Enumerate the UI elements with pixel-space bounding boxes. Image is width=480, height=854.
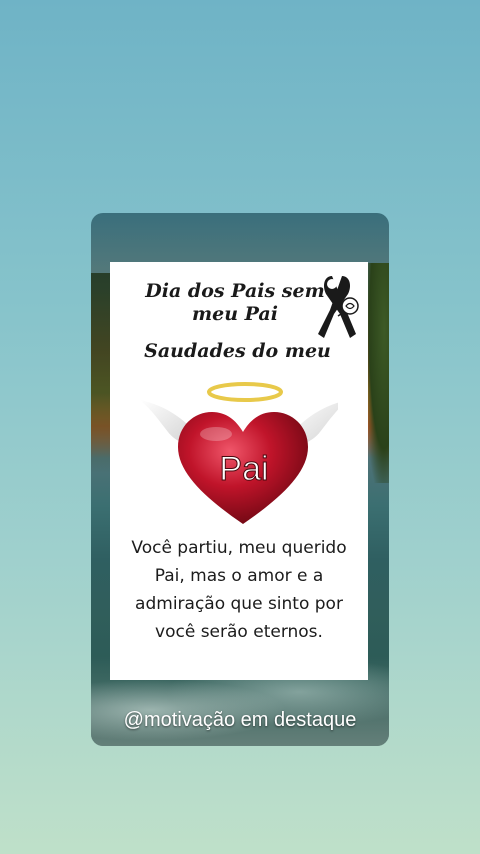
halo-icon — [207, 382, 283, 402]
headline-title: Dia dos Pais sem meu Pai — [145, 280, 325, 325]
watermark-handle: @motivação em destaque — [123, 709, 357, 731]
winged-heart-icon: Pai — [140, 382, 338, 524]
story-card: Dia dos Pais sem meu Pai Saudades do meu — [91, 213, 389, 746]
heart-label: Pai — [219, 450, 268, 488]
screen-background: { "card": { "headline_line1": "Dia dos P… — [0, 0, 480, 854]
headline-subtitle: Saudades do meu — [144, 340, 331, 362]
message-panel: Dia dos Pais sem meu Pai Saudades do meu — [110, 262, 368, 680]
palm-tree-right — [365, 263, 389, 483]
message-text: Você partiu, meu querido Pai, mas o amor… — [131, 538, 347, 642]
mourning-ribbon-icon — [318, 276, 359, 338]
